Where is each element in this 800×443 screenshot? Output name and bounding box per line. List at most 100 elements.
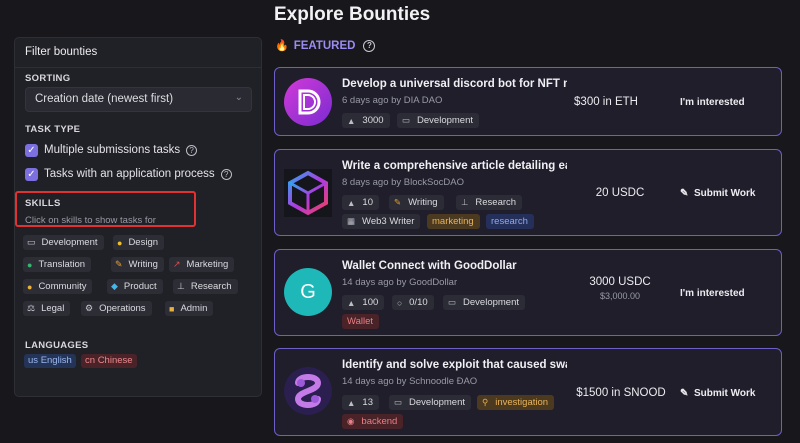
skill-chip-writing[interactable]: ✎ Writing bbox=[111, 257, 164, 272]
im-interested-button[interactable]: I'm interested bbox=[680, 288, 745, 299]
points-tag: ▲ 10 bbox=[342, 195, 379, 210]
bounty-card[interactable]: G Wallet Connect with GoodDollar 14 days… bbox=[274, 249, 782, 336]
people-icon: ● bbox=[27, 281, 33, 292]
multiple-submissions-label: Multiple submissions tasks bbox=[44, 144, 181, 156]
languages-label: LANGUAGES bbox=[25, 340, 89, 351]
topic-tag: research bbox=[486, 214, 534, 229]
flask-icon: ⊥ bbox=[461, 197, 469, 207]
submit-work-button[interactable]: ✎ Submit Work bbox=[680, 388, 755, 399]
action-label: I'm interested bbox=[680, 97, 745, 108]
skill-chip-product[interactable]: ◆ Product bbox=[107, 279, 163, 294]
skill-tag: ▭ Development bbox=[443, 295, 526, 310]
bounty-card[interactable]: Develop a universal discord bot for NFT … bbox=[274, 67, 782, 136]
dao-logo bbox=[284, 169, 332, 217]
featured-header: 🔥 FEATURED ? bbox=[275, 39, 376, 52]
bounty-title[interactable]: Identify and solve exploit that caused s… bbox=[342, 359, 567, 371]
bounty-reward: $1500 in SNOOD bbox=[566, 387, 676, 399]
reward-amount: $300 in ETH bbox=[574, 96, 638, 108]
application-process-checkbox-row[interactable]: ✓ Tasks with an application process ? bbox=[25, 166, 232, 182]
scales-icon: ⚖ bbox=[27, 303, 36, 313]
sorting-label: SORTING bbox=[25, 73, 71, 84]
skill-chip-design[interactable]: ● Design bbox=[113, 235, 165, 250]
pen-icon: ✎ bbox=[115, 259, 123, 269]
points-tag: ▲ 100 bbox=[342, 295, 385, 310]
filter-sidebar: Filter bounties SORTING Creation date (n… bbox=[14, 37, 262, 397]
points-tag: ▲ 3000 bbox=[342, 113, 390, 128]
application-process-label: Tasks with an application process bbox=[44, 168, 215, 180]
bounty-title[interactable]: Wallet Connect with GoodDollar bbox=[342, 260, 567, 272]
bounty-meta: 14 days ago by GoodDollar bbox=[342, 277, 458, 288]
flag-us: us bbox=[28, 355, 39, 366]
im-interested-button[interactable]: I'm interested bbox=[680, 97, 745, 108]
search-icon: ⚲ bbox=[482, 397, 489, 407]
language-chip-chinese[interactable]: cn Chinese bbox=[81, 354, 137, 368]
skill-tag-label: Writing bbox=[408, 197, 438, 208]
bounty-reward: 20 USDC bbox=[565, 187, 675, 199]
skill-tag-label: Research bbox=[475, 197, 517, 208]
topic-tag-label: marketing bbox=[432, 216, 474, 227]
mountain-icon: ▲ bbox=[347, 297, 356, 308]
circle-progress-icon: ○ bbox=[397, 297, 403, 308]
logo-letter: G bbox=[300, 281, 316, 303]
skills-label: SKILLS bbox=[25, 198, 61, 209]
action-label: I'm interested bbox=[680, 288, 745, 299]
bounty-reward: $300 in ETH bbox=[551, 96, 661, 108]
reward-amount: $1500 in SNOOD bbox=[576, 387, 666, 399]
folder-icon: ■ bbox=[169, 303, 175, 314]
mountain-icon: ▲ bbox=[347, 197, 356, 208]
submit-work-button[interactable]: ✎ Submit Work bbox=[680, 188, 755, 199]
bounty-title[interactable]: Write a comprehensive article detailing … bbox=[342, 160, 567, 172]
skills-hint: Click on skills to show tasks for bbox=[25, 215, 156, 226]
grid-icon: ▦ bbox=[347, 216, 356, 226]
reward-usd-value: $3,000.00 bbox=[599, 291, 641, 301]
action-label: Submit Work bbox=[693, 388, 756, 399]
points-value: 10 bbox=[362, 197, 373, 208]
skill-tag-label: Development bbox=[417, 115, 474, 126]
mountain-icon: ▲ bbox=[347, 397, 356, 408]
sorting-select[interactable]: Creation date (newest first) ⌄ bbox=[25, 87, 252, 112]
bounty-card[interactable]: Identify and solve exploit that caused s… bbox=[274, 348, 782, 436]
reward-amount: 20 USDC bbox=[595, 187, 645, 199]
skill-chip-operations[interactable]: ⚙ Operations bbox=[81, 301, 152, 316]
reward-amount: 3000 USDC bbox=[589, 276, 651, 288]
action-label: Submit Work bbox=[693, 188, 756, 199]
topic-tag: ⚲ investigation bbox=[477, 395, 555, 410]
skill-chip-label: Legal bbox=[41, 303, 65, 314]
points-value: 100 bbox=[362, 297, 379, 308]
skill-tag: ▦ Web3 Writer bbox=[342, 214, 421, 229]
skill-chip-marketing[interactable]: ↗ Marketing bbox=[169, 257, 235, 272]
skill-tag-label: Web3 Writer bbox=[362, 216, 415, 227]
skill-chip-admin[interactable]: ■ Admin bbox=[165, 301, 214, 316]
topic-tag-label: Wallet bbox=[347, 316, 374, 327]
bounty-title[interactable]: Develop a universal discord bot for NFT … bbox=[342, 78, 567, 90]
flag-cn: cn bbox=[85, 355, 96, 366]
skill-chip-legal[interactable]: ⚖ Legal bbox=[23, 301, 71, 316]
skill-chip-translation[interactable]: ● Translation bbox=[23, 257, 92, 272]
skill-chip-community[interactable]: ● Community bbox=[23, 279, 93, 294]
help-icon[interactable]: ? bbox=[363, 39, 376, 52]
progress-value: 0/10 bbox=[409, 297, 428, 308]
topic-tag: Wallet bbox=[342, 314, 380, 329]
bounty-meta: 14 days ago by Schnoodle ÐAO bbox=[342, 376, 478, 387]
skill-chip-development[interactable]: ▭ Development bbox=[23, 235, 104, 250]
skill-chip-research[interactable]: ⊥ Research bbox=[173, 279, 238, 294]
skill-tag-label: Development bbox=[409, 397, 466, 408]
laptop-icon: ▭ bbox=[448, 297, 457, 307]
help-icon[interactable]: ? bbox=[186, 144, 198, 156]
multiple-submissions-checkbox-row[interactable]: ✓ Multiple submissions tasks ? bbox=[25, 142, 198, 158]
pen-icon: ✎ bbox=[394, 197, 402, 207]
multiple-submissions-checkbox[interactable]: ✓ bbox=[25, 143, 38, 157]
topic-tag: ◉ backend bbox=[342, 414, 404, 429]
bounty-card[interactable]: Write a comprehensive article detailing … bbox=[274, 149, 782, 236]
help-icon[interactable]: ? bbox=[220, 168, 232, 180]
chart-icon: ↗ bbox=[173, 259, 181, 269]
skill-chip-label: Design bbox=[128, 237, 159, 248]
language-chip-label: English bbox=[40, 355, 72, 366]
language-chip-english[interactable]: us English bbox=[24, 354, 76, 368]
sorting-selected-value: Creation date (newest first) bbox=[35, 93, 174, 105]
diamond-icon: ◆ bbox=[111, 281, 118, 291]
application-process-checkbox[interactable]: ✓ bbox=[25, 167, 38, 181]
points-value: 13 bbox=[362, 397, 373, 408]
dao-logo: G bbox=[284, 268, 332, 316]
page-title: Explore Bounties bbox=[274, 4, 431, 25]
